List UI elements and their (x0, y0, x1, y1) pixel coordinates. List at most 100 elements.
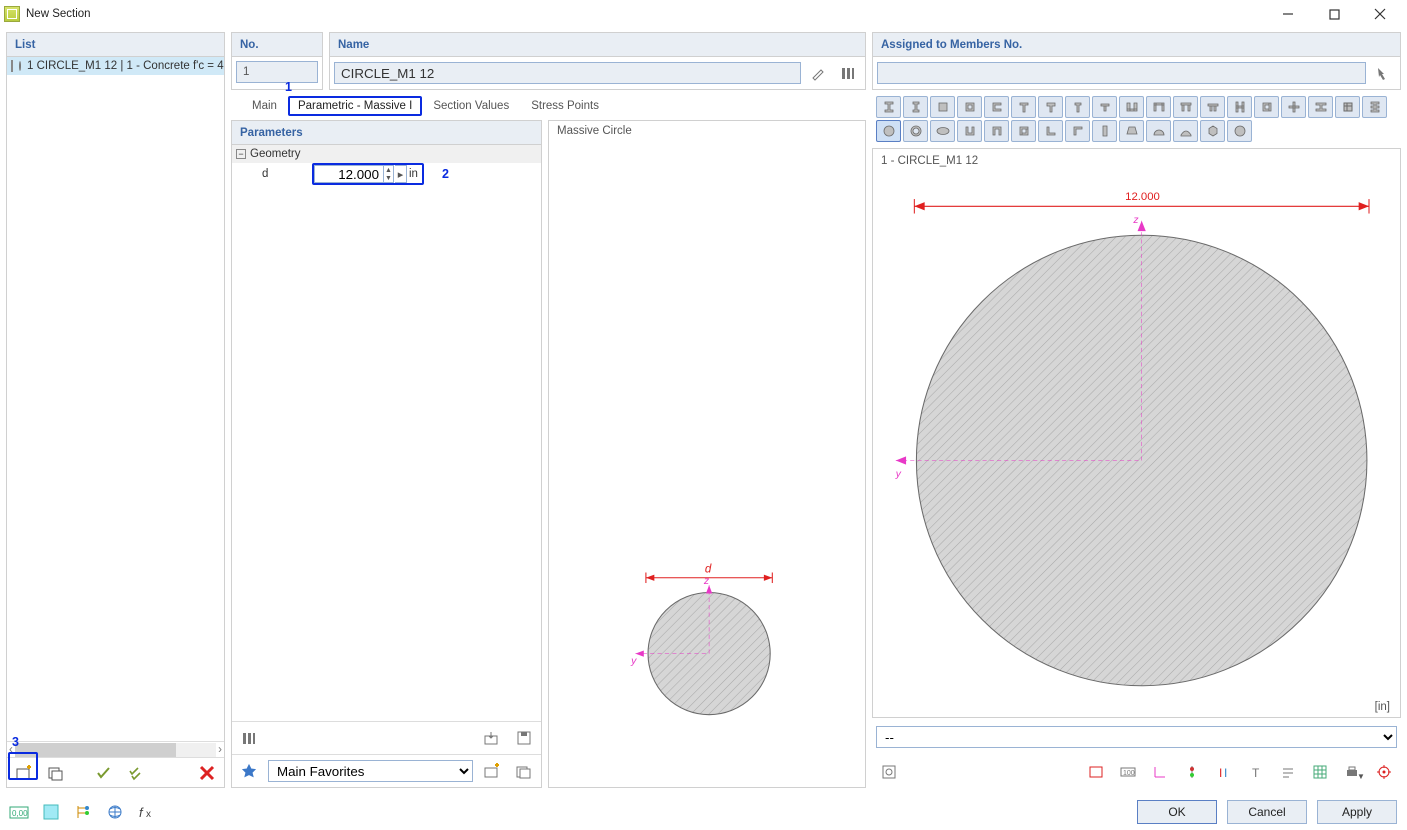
cancel-button[interactable]: Cancel (1227, 800, 1307, 824)
print-button[interactable]: ▼ (1339, 760, 1365, 784)
dialog-buttons: OK Cancel Apply (1137, 800, 1397, 824)
check-button[interactable] (91, 761, 117, 785)
step-button[interactable]: ▸ (395, 165, 407, 183)
stress-graphic-button[interactable] (1179, 760, 1205, 784)
ok-button[interactable]: OK (1137, 800, 1217, 824)
params-library-button[interactable] (236, 726, 262, 750)
callout-3: 3 (12, 735, 19, 749)
shape-h-shape[interactable] (1227, 96, 1252, 118)
name-input[interactable] (334, 62, 801, 84)
fav-manage-button[interactable] (511, 759, 537, 783)
shape-arc[interactable] (1173, 120, 1198, 142)
list-area[interactable]: 1 CIRCLE_M1 12 | 1 - Concrete f'c = 40 (7, 57, 224, 741)
shape-u-shape2[interactable] (984, 120, 1009, 142)
pick-members-button[interactable] (1370, 61, 1396, 85)
globe-button[interactable] (102, 800, 128, 824)
small-preview-canvas[interactable]: d y z (549, 141, 865, 787)
shape-i-var[interactable] (1362, 96, 1387, 118)
assigned-input[interactable] (877, 62, 1366, 84)
shape-circle-solid[interactable] (876, 120, 901, 142)
tab-main[interactable]: Main (241, 96, 288, 116)
favorites-row: Main Favorites (232, 754, 541, 787)
parameter-d-input[interactable] (314, 165, 384, 183)
svg-text:I: I (1219, 766, 1222, 780)
fx-button[interactable]: fx (134, 800, 160, 824)
shape-pi-2[interactable] (1146, 96, 1171, 118)
shape-i-narrow[interactable] (903, 96, 928, 118)
shape-trap[interactable] (1119, 120, 1144, 142)
shape-angle[interactable] (1038, 120, 1063, 142)
shape-half-circle[interactable] (1146, 120, 1171, 142)
target-button[interactable] (1371, 760, 1397, 784)
grid-button[interactable] (1307, 760, 1333, 784)
scroll-right-icon[interactable]: › (218, 744, 222, 756)
list-scrollbar[interactable]: ‹ › (7, 741, 224, 757)
shape-pi-1[interactable] (1119, 96, 1144, 118)
parameter-label: d (236, 168, 306, 180)
shape-hex[interactable] (1200, 120, 1225, 142)
shape-tee-1[interactable] (1011, 96, 1036, 118)
shape-channel-up[interactable] (984, 96, 1009, 118)
apply-button[interactable]: Apply (1317, 800, 1397, 824)
close-button[interactable] (1357, 0, 1403, 28)
library-button[interactable] (835, 61, 861, 85)
i-text-button[interactable]: II (1211, 760, 1237, 784)
svg-text:y: y (895, 469, 902, 480)
parameters-group-row[interactable]: − Geometry (232, 145, 541, 163)
shape-i-wide[interactable] (876, 96, 901, 118)
tree-button[interactable] (70, 800, 96, 824)
favorites-select[interactable]: Main Favorites (268, 760, 473, 782)
parameters-panel: Parameters − Geometry d ▲▼ ▸ in (231, 120, 542, 788)
view-tool-button[interactable] (876, 760, 902, 784)
fav-add-button[interactable] (479, 759, 505, 783)
shape-h3[interactable] (1335, 96, 1360, 118)
svg-text:f: f (139, 805, 144, 820)
align-button[interactable] (1275, 760, 1301, 784)
shape-tee-2[interactable] (1038, 96, 1063, 118)
spinner[interactable]: ▲▼ (384, 165, 394, 183)
favorites-star-button[interactable] (236, 759, 262, 783)
collapse-icon[interactable]: − (236, 149, 246, 159)
svg-text:d: d (705, 563, 712, 575)
tab-parametric[interactable]: Parametric - Massive I (292, 99, 418, 113)
axes-button[interactable] (1147, 760, 1173, 784)
shape-circle-hollow[interactable] (903, 120, 928, 142)
no-field[interactable]: 1 (236, 61, 318, 83)
units-button[interactable]: 0,00 (6, 800, 32, 824)
list-item[interactable]: 1 CIRCLE_M1 12 | 1 - Concrete f'c = 40 (7, 57, 224, 75)
material-swatch-button[interactable] (38, 800, 64, 824)
shape-u-shape[interactable] (957, 120, 982, 142)
shape-rect-solid[interactable] (930, 96, 955, 118)
shape-z-shape[interactable] (1254, 96, 1279, 118)
copy-item-button[interactable] (43, 761, 69, 785)
svg-text:0,00: 0,00 (12, 809, 28, 818)
params-save-button[interactable] (511, 726, 537, 750)
delete-button[interactable] (194, 761, 220, 785)
shape-ellipse[interactable] (1227, 120, 1252, 142)
dim-toggle-button[interactable] (1083, 760, 1109, 784)
shape-cross[interactable] (1281, 96, 1306, 118)
shape-double-tee[interactable] (1200, 96, 1225, 118)
shape-h2[interactable] (1308, 96, 1333, 118)
parameters-group-label: Geometry (250, 148, 301, 160)
maximize-button[interactable] (1311, 0, 1357, 28)
shape-pi-3[interactable] (1173, 96, 1198, 118)
edit-name-button[interactable] (805, 61, 831, 85)
shape-u-shape3[interactable] (1011, 120, 1036, 142)
tab-section-values[interactable]: Section Values (422, 96, 520, 116)
big-preview-canvas[interactable]: 12.000 y z [in] (873, 173, 1400, 717)
shape-pipe[interactable] (1092, 120, 1117, 142)
values-button[interactable]: 100 (1115, 760, 1141, 784)
tab-stress-points[interactable]: Stress Points (520, 96, 610, 116)
check-sub-button[interactable] (123, 761, 149, 785)
shape-rect-hollow[interactable] (957, 96, 982, 118)
status-select[interactable]: -- (876, 726, 1397, 748)
shape-oval[interactable] (930, 120, 955, 142)
shape-tee-top[interactable] (1092, 96, 1117, 118)
shape-tee-3[interactable] (1065, 96, 1090, 118)
t-button[interactable]: T (1243, 760, 1269, 784)
middle-column: No. 1 Name 1 Main Parametric - Massive I (231, 32, 866, 788)
shape-angle2[interactable] (1065, 120, 1090, 142)
minimize-button[interactable] (1265, 0, 1311, 28)
params-load-button[interactable] (479, 726, 505, 750)
